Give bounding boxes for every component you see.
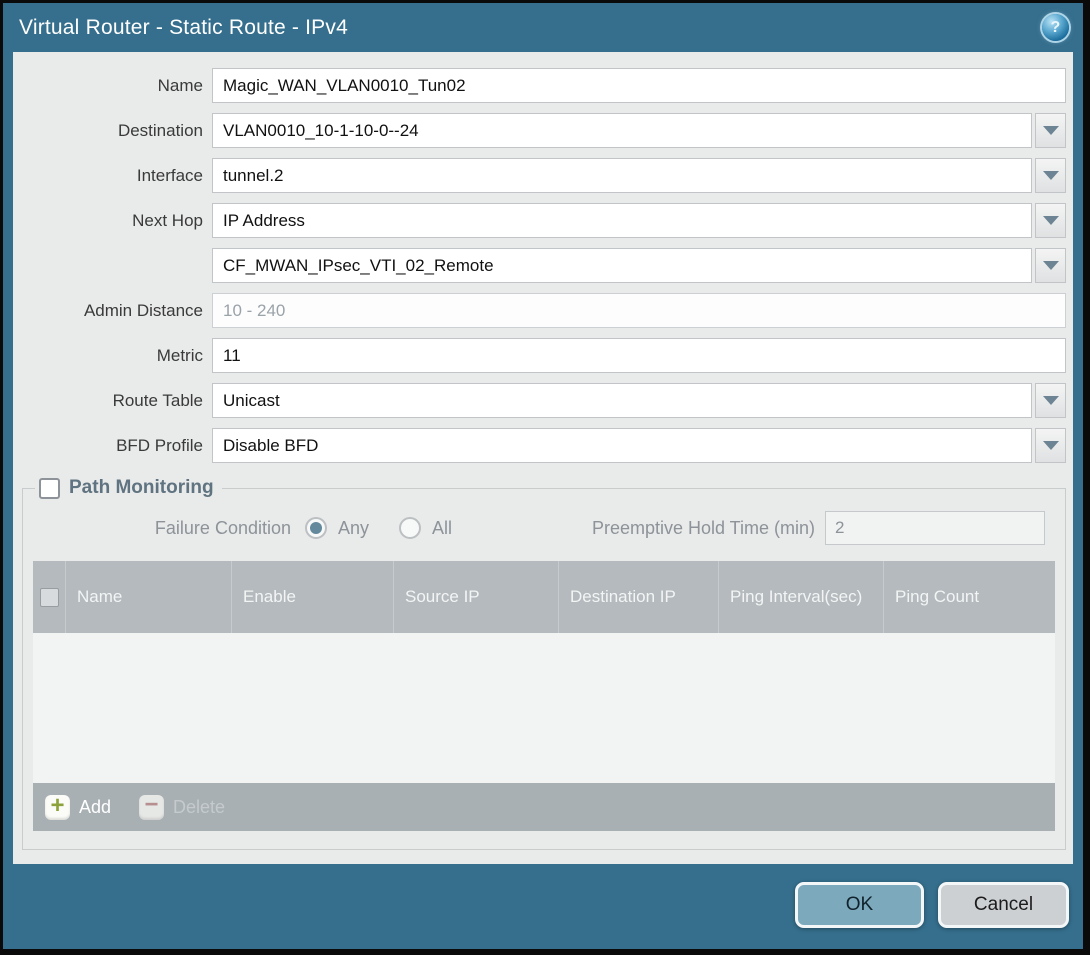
next-hop-dropdown-button[interactable] <box>1035 203 1066 238</box>
destination-row: Destination <box>22 113 1066 148</box>
table-header: Name Enable Source IP Destination IP Pin… <box>33 561 1055 633</box>
metric-row: Metric <box>22 338 1066 373</box>
admin-distance-row: Admin Distance <box>22 293 1066 328</box>
column-header-ping-count[interactable]: Ping Count <box>883 561 1055 633</box>
plus-icon: + <box>45 795 70 820</box>
path-monitoring-legend: Path Monitoring <box>35 477 222 499</box>
column-header-ping-interval[interactable]: Ping Interval(sec) <box>718 561 883 633</box>
dialog-titlebar: Virtual Router - Static Route - IPv4 ? <box>3 3 1083 52</box>
add-button[interactable]: + Add <box>45 795 111 820</box>
next-hop-row: Next Hop <box>22 203 1066 238</box>
metric-label: Metric <box>22 346 203 366</box>
help-icon[interactable]: ? <box>1042 14 1069 41</box>
select-all-checkbox[interactable] <box>40 588 59 607</box>
route-table-label: Route Table <box>22 391 203 411</box>
dialog-footer: OK Cancel <box>3 864 1083 949</box>
next-hop-address-field[interactable] <box>212 248 1032 283</box>
path-monitoring-table: Name Enable Source IP Destination IP Pin… <box>33 561 1055 831</box>
delete-button[interactable]: − Delete <box>139 795 225 820</box>
name-row: Name <box>22 68 1066 103</box>
static-route-dialog: Virtual Router - Static Route - IPv4 ? N… <box>0 0 1090 955</box>
dialog-frame: Virtual Router - Static Route - IPv4 ? N… <box>3 3 1083 949</box>
interface-label: Interface <box>22 166 203 186</box>
destination-field[interactable] <box>212 113 1032 148</box>
cancel-button[interactable]: Cancel <box>938 882 1069 928</box>
admin-distance-field[interactable] <box>212 293 1066 328</box>
failure-condition-option-any[interactable]: Any <box>305 517 369 539</box>
bfd-profile-label: BFD Profile <box>22 436 203 456</box>
name-label: Name <box>22 76 203 96</box>
path-monitoring-checkbox[interactable] <box>39 478 60 499</box>
chevron-down-icon <box>1043 216 1059 225</box>
radio-any-label: Any <box>338 518 369 539</box>
table-body-empty <box>33 633 1055 783</box>
interface-row: Interface <box>22 158 1066 193</box>
bfd-profile-dropdown-button[interactable] <box>1035 428 1066 463</box>
dialog-title: Virtual Router - Static Route - IPv4 <box>19 16 348 40</box>
chevron-down-icon <box>1043 171 1059 180</box>
interface-field[interactable] <box>212 158 1032 193</box>
destination-dropdown-button[interactable] <box>1035 113 1066 148</box>
delete-button-label: Delete <box>173 797 225 818</box>
metric-field[interactable] <box>212 338 1066 373</box>
table-footer: + Add − Delete <box>33 783 1055 831</box>
select-all-cell <box>33 561 65 633</box>
preemptive-hold-time-field[interactable] <box>825 511 1045 545</box>
failure-condition-row: Failure Condition Any All Preemptive Hol… <box>33 511 1055 545</box>
path-monitoring-title: Path Monitoring <box>69 477 214 499</box>
next-hop-label: Next Hop <box>22 211 203 231</box>
route-table-row: Route Table <box>22 383 1066 418</box>
column-header-name[interactable]: Name <box>65 561 231 633</box>
route-table-field[interactable] <box>212 383 1032 418</box>
radio-any-icon[interactable] <box>305 517 327 539</box>
failure-condition-label: Failure Condition <box>33 518 291 539</box>
next-hop-type-field[interactable] <box>212 203 1032 238</box>
ok-button[interactable]: OK <box>795 882 924 928</box>
route-table-dropdown-button[interactable] <box>1035 383 1066 418</box>
dialog-body: Name Destination Interface <box>13 52 1073 864</box>
minus-icon: − <box>139 795 164 820</box>
column-header-enable[interactable]: Enable <box>231 561 393 633</box>
add-button-label: Add <box>79 797 111 818</box>
column-header-source-ip[interactable]: Source IP <box>393 561 558 633</box>
destination-label: Destination <box>22 121 203 141</box>
column-header-destination-ip[interactable]: Destination IP <box>558 561 718 633</box>
path-monitoring-section: Path Monitoring Failure Condition Any Al… <box>22 477 1066 850</box>
admin-distance-label: Admin Distance <box>22 301 203 321</box>
bfd-profile-row: BFD Profile <box>22 428 1066 463</box>
chevron-down-icon <box>1043 126 1059 135</box>
bfd-profile-field[interactable] <box>212 428 1032 463</box>
next-hop-address-dropdown-button[interactable] <box>1035 248 1066 283</box>
chevron-down-icon <box>1043 396 1059 405</box>
failure-condition-option-all[interactable]: All <box>399 517 452 539</box>
next-hop-address-row <box>22 248 1066 283</box>
preemptive-hold-time-label: Preemptive Hold Time (min) <box>592 518 815 539</box>
chevron-down-icon <box>1043 261 1059 270</box>
interface-dropdown-button[interactable] <box>1035 158 1066 193</box>
preemptive-hold-time-group: Preemptive Hold Time (min) <box>592 511 1045 545</box>
chevron-down-icon <box>1043 441 1059 450</box>
radio-all-icon[interactable] <box>399 517 421 539</box>
radio-all-label: All <box>432 518 452 539</box>
name-field[interactable] <box>212 68 1066 103</box>
